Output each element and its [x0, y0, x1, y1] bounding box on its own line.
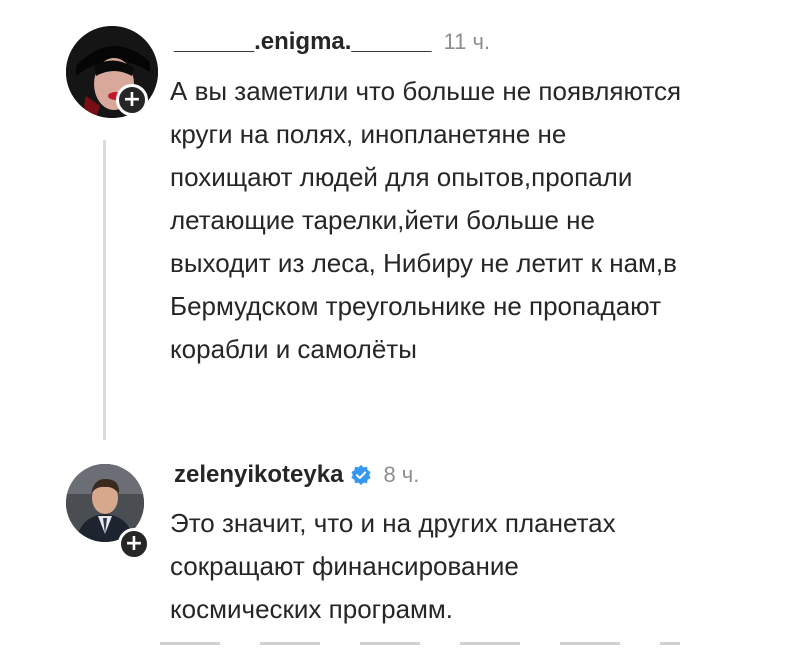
timestamp[interactable]: 8 ч. — [383, 462, 419, 488]
username[interactable]: zelenyikoteyka — [174, 461, 343, 489]
comment-item: + ______.enigma.______ 11 ч. А вы замети… — [0, 0, 800, 440]
comment-text: Это значит, что и на других планетах сок… — [170, 508, 616, 624]
follow-plus-icon[interactable]: + — [118, 528, 150, 560]
comment-item: + zelenyikoteyka 8 ч. Это значит, что и … — [0, 440, 800, 651]
thread-line — [103, 140, 106, 440]
comment-header: zelenyikoteyka 8 ч. — [174, 458, 419, 492]
username[interactable]: ______.enigma.______ — [174, 28, 432, 56]
follow-plus-icon[interactable]: + — [116, 84, 148, 116]
verified-badge-icon — [351, 465, 372, 485]
comment-header: ______.enigma.______ 11 ч. — [174, 24, 490, 60]
comment-text: А вы заметили что больше не появляются к… — [170, 76, 682, 364]
next-comment-cutoff — [160, 642, 680, 645]
timestamp[interactable]: 11 ч. — [444, 29, 491, 55]
